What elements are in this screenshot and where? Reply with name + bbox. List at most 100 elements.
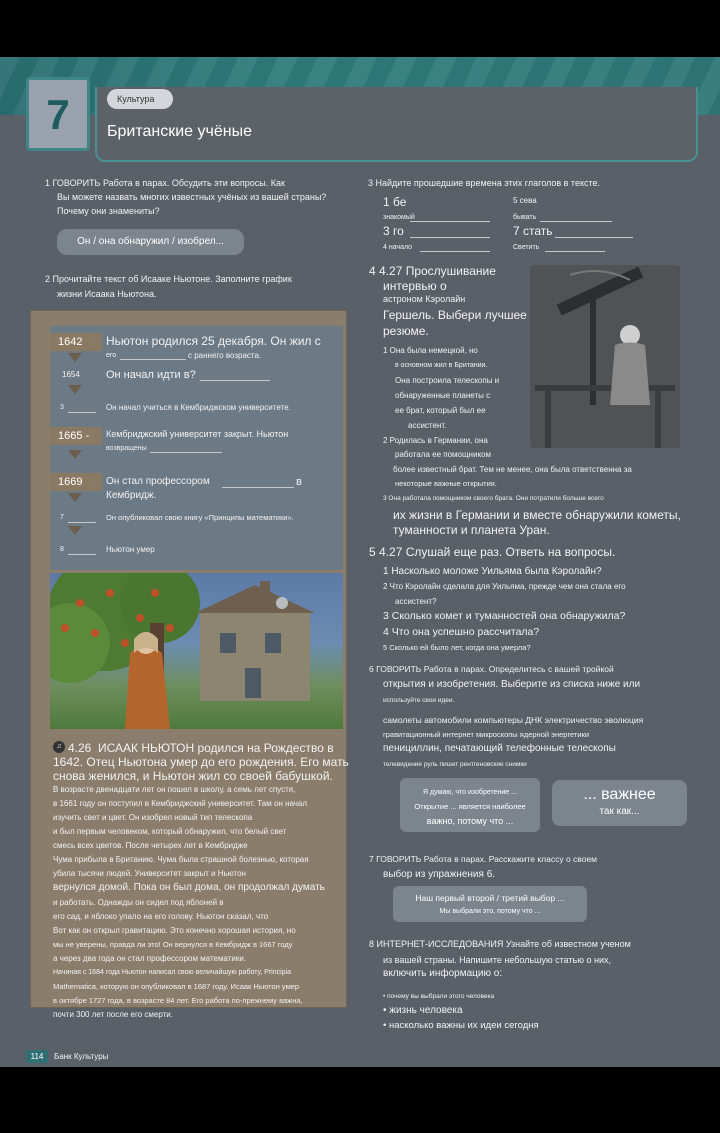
footer-label: Банк Культуры xyxy=(54,1052,109,1061)
ex5-question: 3 Сколько комет и туманностей она обнару… xyxy=(383,610,626,622)
ex8-line: включить информацию о: xyxy=(383,968,503,979)
ex7-speech-bubble: Наш первый второй / третий выбор ... Мы … xyxy=(393,886,587,922)
ex6-list: гравитационный интернет микроскопы ядерн… xyxy=(383,730,590,739)
ex4-line: Гершель. Выбери лучшее xyxy=(383,308,527,322)
ex4-option: ассистент. xyxy=(408,421,447,430)
ex5-question: 5 Сколько ей было лет, когда она умерла? xyxy=(383,643,531,652)
herschel-portrait xyxy=(530,265,680,448)
timeline-arrow xyxy=(68,450,82,459)
ex4-option: более известный брат. Тем не менее, она … xyxy=(393,465,632,474)
bubble-line: Наш первый второй / третий выбор ... xyxy=(415,893,565,903)
timeline-text: Он стал профессором xyxy=(106,476,210,487)
reading-line: почти 300 лет после его смерти. xyxy=(53,1010,173,1019)
answer-line[interactable] xyxy=(68,522,96,523)
herschel-portrait-svg xyxy=(530,265,680,448)
ex1-heading: 1 ГОВОРИТЬ Работа в парах. Обсудить эти … xyxy=(45,178,285,188)
timeline-arrow xyxy=(68,493,82,502)
timeline-year: 1665 - xyxy=(50,427,102,445)
reading-line: 1642. Отец Ньютона умер до его рождения.… xyxy=(53,755,349,769)
bubble-line: Открытие ... является наиболее xyxy=(414,802,526,811)
ex4-option: обнаруженные планеты с xyxy=(395,391,491,400)
timeline-year: 1654 xyxy=(62,370,80,379)
answer-line[interactable] xyxy=(222,487,294,488)
newton-illustration-svg xyxy=(50,573,315,729)
ex5-question: ассистент? xyxy=(395,597,437,606)
timeline-arrow xyxy=(68,385,82,394)
answer-line[interactable] xyxy=(410,221,490,222)
answer-line[interactable] xyxy=(68,412,96,413)
ex3-item: 3 го xyxy=(383,224,404,238)
answer-line[interactable] xyxy=(555,237,633,238)
reading-line: смесь всех цветов. После четырех лет в К… xyxy=(53,841,248,850)
timeline-text: Кембриджский университет закрыт. Ньютон xyxy=(106,429,289,439)
ex1-line: Почему они знамениты? xyxy=(57,206,160,216)
ex8-heading: 8 ИНТЕРНЕТ-ИССЛЕДОВАНИЯ Узнайте об извес… xyxy=(369,939,631,949)
ex1-line: Вы можете назвать многих известных учёны… xyxy=(57,192,327,202)
bubble-line: важно, потому что ... xyxy=(426,816,514,826)
ex5-question: 4 Что она успешно рассчитала? xyxy=(383,626,540,638)
reading-line: убила тысячи людей. Университет закрыт и… xyxy=(53,869,246,878)
bottom-black-bar xyxy=(0,1067,720,1133)
ex3-label: бывать xyxy=(513,214,537,221)
audio-icon[interactable]: ♫ xyxy=(53,741,65,753)
ex5-question: 2 Что Кэролайн сделала для Уильяма, преж… xyxy=(383,582,626,591)
reading-line: снова женился, и Ньютон жил со своей баб… xyxy=(53,769,333,783)
ex4-option: 1 Она была немецкой, но xyxy=(383,346,478,355)
ex6-important-bubble: ... важнее так как... xyxy=(552,780,687,826)
timeline-text: Он начал учиться в Кембриджском универси… xyxy=(106,403,291,412)
answer-line[interactable] xyxy=(545,251,605,252)
reading-line: вернулся домой. Пока он был дома, он про… xyxy=(53,882,325,893)
bubble-line: Мы выбрали это, потому что ... xyxy=(439,908,541,915)
answer-line[interactable] xyxy=(410,237,490,238)
ex4-heading: 4 4.27 Прослушивание xyxy=(369,264,496,278)
ex3-label: знакомый xyxy=(383,214,415,221)
timeline-year: 8 xyxy=(60,546,64,553)
ex4-option: ее брат, который был ее xyxy=(395,406,486,415)
ex6-speech-bubble: Я думаю, что изобретение ... Открытие ..… xyxy=(400,778,540,832)
ex2-heading: 2 Прочитайте текст об Исааке Ньютоне. За… xyxy=(45,274,292,284)
answer-line[interactable] xyxy=(68,554,96,555)
unit-number: 7 xyxy=(26,77,90,151)
ex3-item: 5 сева xyxy=(513,196,537,205)
reading-line: а через два года он стал профессором мат… xyxy=(53,954,247,963)
ex5-question: 1 Насколько моложе Уильяма была Кэролайн… xyxy=(383,566,602,577)
answer-line[interactable] xyxy=(540,221,612,222)
reading-line: Mathematica, которую он опубликовал в 16… xyxy=(53,982,300,991)
ex4-line: астроном Кэролайн xyxy=(383,294,466,304)
ex4-option: работала ее помощником xyxy=(395,450,491,459)
ex3-item: 1 бе xyxy=(383,195,407,209)
ex4-option: в основном жил в Британии. xyxy=(395,362,488,369)
page-number: 114 xyxy=(26,1050,48,1063)
reading-line: в октябре 1727 года, в возрасте 84 лет. … xyxy=(53,996,303,1005)
timeline-text: Ньютон родился 25 декабря. Он жил с xyxy=(106,334,321,348)
timeline-text: Он начал идти в? xyxy=(106,369,196,381)
reading-line: его сад, и яблоко упало на его голову. Н… xyxy=(53,912,269,921)
ex8-bullet: • насколько важны их идеи сегодня xyxy=(383,1020,539,1031)
timeline-text: Кембридж. xyxy=(106,490,157,501)
answer-line[interactable] xyxy=(200,380,270,381)
ex4-option: 2 Родилась в Германии, она xyxy=(383,436,488,445)
ex4-option: Она построила телескопы и xyxy=(395,376,500,385)
reading-line: ИСААК НЬЮТОН родился на Рождество в xyxy=(98,741,334,755)
timeline-year: 1669 xyxy=(50,473,102,491)
ex6-line: используйте свои идеи. xyxy=(383,697,455,704)
ex7-line: выбор из упражнения 6. xyxy=(383,869,496,880)
answer-line[interactable] xyxy=(120,359,186,360)
ex4-line: интервью о xyxy=(383,279,447,293)
timeline-year: 1642 xyxy=(50,333,102,351)
ex4-option: 3 Она работала помощником своего брата. … xyxy=(383,495,604,502)
ex1-speech-pill: Он / она обнаружил / изобрел... xyxy=(57,229,244,255)
reading-line: изучить свет и цвет. Он изобрел новый ти… xyxy=(53,813,253,822)
reading-line: В возрасте двенадцати лет он пошел в шко… xyxy=(53,785,296,794)
ex8-bullet: • жизнь человека xyxy=(383,1005,463,1016)
newton-illustration xyxy=(50,573,343,729)
answer-line[interactable] xyxy=(420,251,490,252)
answer-line[interactable] xyxy=(150,452,222,453)
timeline-panel xyxy=(50,326,343,570)
reading-line: и работать. Однажды он сидел под яблоней… xyxy=(53,898,224,907)
ex4-line: резюме. xyxy=(383,324,429,338)
ex4-option: туманности и планета Уран. xyxy=(393,523,550,537)
ex6-line: открытия и изобретения. Выберите из спис… xyxy=(383,679,641,690)
timeline-text: в xyxy=(296,476,302,488)
ex8-bullet: • почему вы выбрали этого человека xyxy=(383,993,495,1000)
